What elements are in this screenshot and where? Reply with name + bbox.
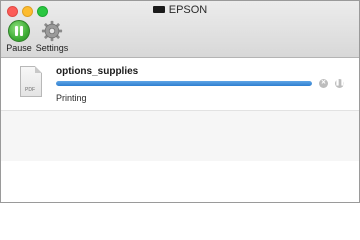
window-title-text: EPSON — [168, 4, 208, 16]
settings-label: Settings — [35, 43, 69, 53]
job-status: Printing — [56, 93, 87, 103]
print-job-row[interactable]: PDF options_supplies Printing ✕ ❚❚ — [1, 58, 359, 111]
printer-icon — [152, 6, 165, 13]
pause-button[interactable]: Pause — [5, 20, 33, 53]
settings-button[interactable]: Settings — [35, 20, 69, 53]
cancel-icon: ✕ — [320, 80, 327, 86]
job-progress-bar — [56, 81, 312, 86]
pause-icon — [8, 20, 30, 42]
empty-queue-area — [1, 111, 359, 161]
job-progress-fill — [56, 81, 312, 86]
titlebar: EPSON Pause Settings — [1, 1, 359, 58]
cancel-job-button[interactable]: ✕ — [319, 79, 328, 88]
pause-label: Pause — [6, 43, 32, 53]
hold-icon: ❚❚ — [335, 80, 346, 86]
pdf-file-type-label: PDF — [25, 87, 35, 93]
hold-job-button[interactable]: ❚❚ — [335, 79, 346, 88]
gear-icon — [41, 20, 63, 42]
window-title: EPSON — [1, 4, 359, 16]
job-name: options_supplies — [56, 66, 139, 77]
pdf-file-icon: PDF — [20, 66, 42, 97]
print-queue-window: EPSON Pause Settings PDF options_supplie… — [0, 0, 360, 203]
